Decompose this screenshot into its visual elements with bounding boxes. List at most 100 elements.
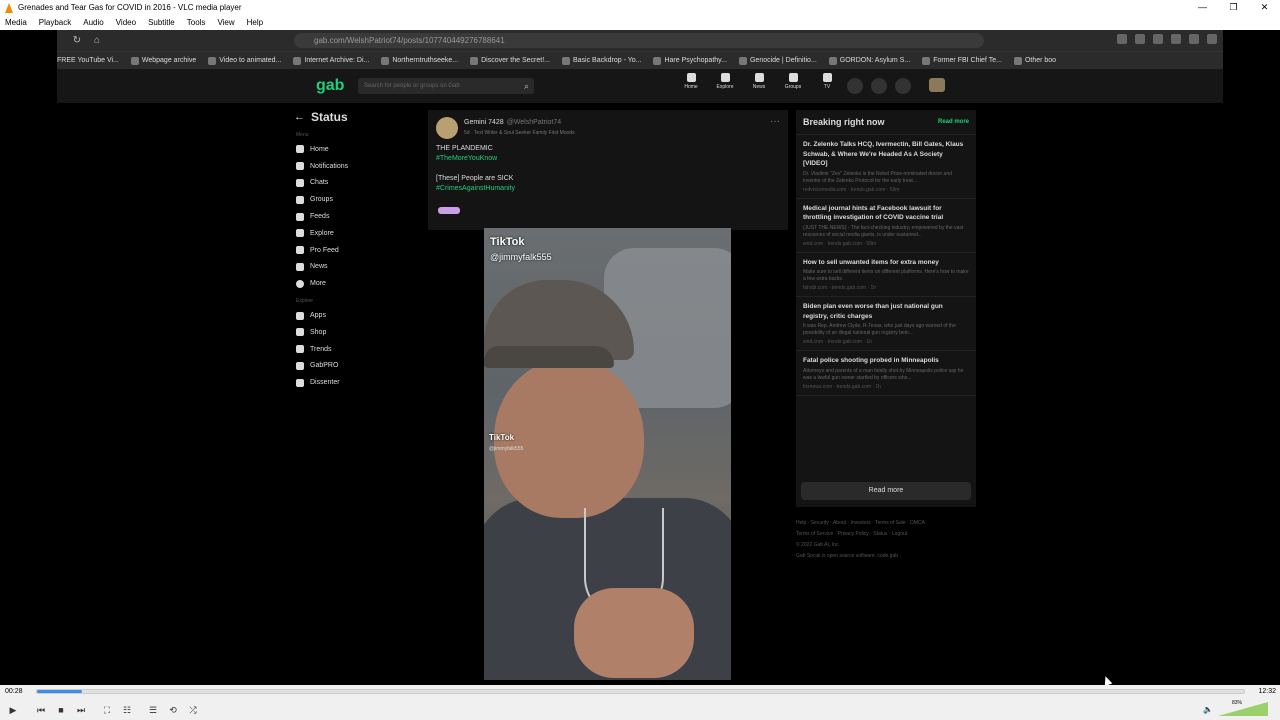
menu-help[interactable]: Help [247, 18, 263, 27]
stop-button[interactable]: ■ [52, 702, 70, 718]
breaking-title: Breaking right now [803, 117, 885, 127]
nav-news: News [747, 73, 771, 90]
menu-playback[interactable]: Playback [39, 18, 71, 27]
nav-tv: TV [815, 73, 839, 90]
play-button[interactable]: ▶ [2, 702, 24, 718]
shuffle-button[interactable]: ⤮ [184, 702, 202, 718]
news-item: How to sell unwanted items for extra mon… [796, 253, 976, 297]
sidebar-item-explore: Explore [294, 225, 414, 242]
tiktok-logo: TikTok [490, 236, 525, 248]
bookmark-item: FREE YouTube Vi... [57, 57, 119, 64]
tiktok-watermark-logo: TikTok [489, 433, 515, 442]
home-icon [686, 73, 696, 82]
extended-settings-button[interactable]: ☷ [118, 702, 136, 718]
figure-face [494, 358, 644, 518]
more-icon [296, 279, 304, 288]
nav-explore: Explore [713, 73, 737, 90]
stop-icon: ■ [58, 705, 64, 715]
rocket-icon [296, 246, 304, 255]
more-options-icon: ··· [770, 116, 780, 127]
url-text: gab.com/WelshPatriot74/posts/10774044927… [314, 36, 505, 45]
news-icon [754, 73, 764, 82]
minimize-button[interactable]: — [1187, 0, 1218, 15]
next-icon: ⏭ [76, 704, 86, 715]
close-button[interactable]: ✕ [1249, 0, 1280, 15]
current-time: 00:28 [5, 688, 23, 695]
trends-icon [296, 345, 304, 354]
bookmark-item: Other boo [1013, 56, 1056, 65]
post-meta: 5d · Text Writer & Soul Seeker Family Fi… [464, 130, 575, 136]
sidebar-item-pro-feed: Pro Feed [294, 242, 414, 259]
extension-icons [1117, 34, 1217, 44]
play-icon: ▶ [9, 704, 17, 715]
explore-section-label: Explore [296, 298, 313, 305]
menu-media[interactable]: Media [5, 18, 27, 27]
menu-video[interactable]: Video [116, 18, 136, 27]
gab-post: Gemini 7428 @WelshPatriot74 5d · Text Wri… [428, 110, 788, 230]
bell-icon [847, 78, 863, 94]
playlist-button[interactable]: ☰ [144, 702, 162, 718]
sidebar-item-home: Home [294, 141, 414, 158]
sidebar-item-trends: Trends [294, 341, 414, 358]
seek-bar-row: 00:28 12:32 [0, 685, 1280, 699]
loop-button[interactable]: ⟲ [164, 702, 182, 718]
speaker-icon[interactable]: 🔈 [1203, 705, 1213, 714]
window-title: Grenades and Tear Gas for COVID in 2016 … [18, 3, 242, 12]
maximize-button[interactable]: ❐ [1218, 0, 1249, 15]
avatar [929, 78, 945, 92]
news-item: Fatal police shooting probed in Minneapo… [796, 351, 976, 396]
bookmark-item: Former FBI Chief Te... [922, 56, 1002, 65]
sidebar-item-feeds: Feeds [294, 208, 414, 225]
previous-button[interactable]: ⏮ [32, 702, 50, 718]
total-time: 12:32 [1258, 688, 1276, 695]
volume-percent: 83% [1232, 700, 1243, 706]
post-tag-2: #CrimesAgainstHumanity [436, 185, 515, 192]
search-icon: ⌕ [523, 81, 529, 91]
player-controls: 00:28 12:32 ▶ ⏮ ■ ⏭ ⛶ ☷ ☰ ⟲ ⤮ 🔈 83% [0, 685, 1280, 720]
fullscreen-button[interactable]: ⛶ [98, 702, 116, 718]
sidebar-item-news: News [294, 259, 414, 276]
menu-audio[interactable]: Audio [83, 18, 103, 27]
sidebar-item-dissenter: Dissenter [294, 374, 414, 391]
figure-hand [574, 588, 694, 678]
tiktok-video: TikTok @jimmyfalk555 TikTok @jimmyfalk55… [484, 228, 731, 680]
bookmarks-bar: FREE YouTube Vi... Webpage archive Video… [57, 51, 1223, 69]
read-more-button: Read more [801, 482, 971, 500]
groups-icon [296, 195, 304, 204]
home-icon [296, 145, 304, 154]
volume-slider[interactable]: 83% [1218, 700, 1268, 716]
fullscreen-icon: ⛶ [103, 704, 111, 715]
compass-icon [296, 229, 304, 238]
post-author: Gemini 7428 @WelshPatriot74 [464, 119, 562, 126]
gab-footer: Help · Security · About · Investors · Te… [796, 520, 925, 559]
seek-progress [37, 690, 82, 693]
window-controls: — ❐ ✕ [1187, 0, 1280, 15]
volume-control: 🔈 83% [1203, 700, 1268, 716]
sidebar-item-gabpro: GabPRO [294, 358, 414, 375]
list-icon [296, 212, 304, 221]
tv-icon [822, 73, 832, 82]
sidebar-item-notifications: Notifications [294, 158, 414, 175]
gab-user-actions [847, 78, 945, 94]
next-button[interactable]: ⏭ [72, 702, 90, 718]
status-heading: ← Status [294, 110, 348, 124]
equalizer-icon: ☷ [122, 704, 132, 715]
chat-icon [871, 78, 887, 94]
sidebar-item-shop: Shop [294, 324, 414, 341]
home-icon: ⌂ [93, 35, 101, 46]
seek-slider[interactable] [36, 689, 1245, 694]
rocket-icon [895, 78, 911, 94]
menu-section-label: Menu [296, 132, 309, 138]
post-tag-1: #TheMoreYouKnow [436, 155, 498, 162]
menu-tools[interactable]: Tools [187, 18, 206, 27]
video-area[interactable]: ↻ ⌂ gab.com/WelshPatriot74/posts/1077404… [0, 30, 1280, 685]
menu-view[interactable]: View [217, 18, 234, 27]
playlist-icon: ☰ [148, 704, 158, 715]
post-line-1: THE PLANDEMIC [436, 145, 493, 152]
gab-search-box: Search for people or groups on Gab ⌕ [358, 78, 534, 94]
window-titlebar: Grenades and Tear Gas for COVID in 2016 … [0, 0, 1280, 15]
chat-icon [296, 178, 304, 187]
back-arrow-icon: ← [294, 111, 305, 123]
sidebar-item-more: More [294, 275, 414, 292]
menu-subtitle[interactable]: Subtitle [148, 18, 175, 27]
